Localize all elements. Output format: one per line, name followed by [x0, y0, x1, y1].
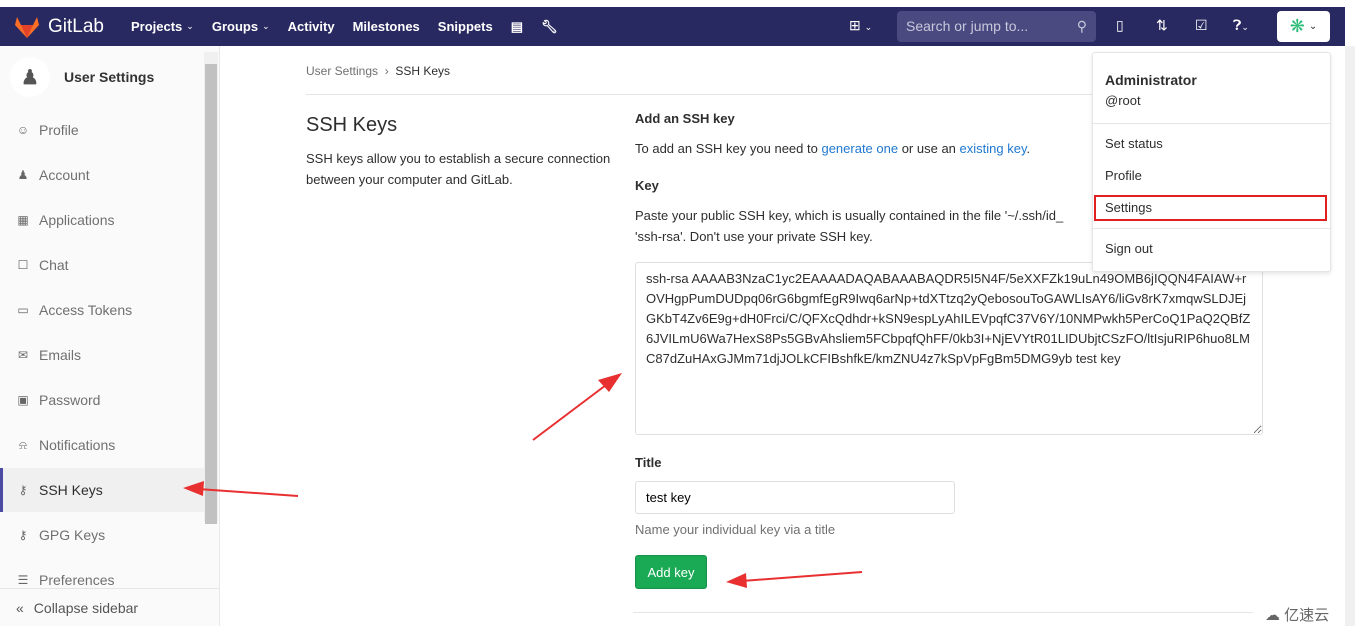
sidebar-item-label: Access Tokens — [39, 302, 133, 318]
menu-set-status[interactable]: Set status — [1105, 136, 1163, 151]
sidebar-item-label: Account — [39, 167, 90, 183]
sidebar-item-label: Preferences — [39, 572, 115, 588]
gitlab-logo[interactable]: GitLab — [14, 15, 104, 39]
user-name: Administrator — [1105, 72, 1197, 88]
nav-activity[interactable]: Activity — [288, 19, 335, 34]
email-icon: ✉ — [17, 348, 29, 362]
sidebar-item-ssh-keys[interactable]: ⚷ SSH Keys — [0, 468, 204, 512]
sidebar-item-emails[interactable]: ✉ Emails — [0, 333, 204, 377]
user-dropdown-menu: Administrator @root Set status Profile S… — [1092, 52, 1331, 272]
form-heading: Add an SSH key — [635, 111, 735, 126]
sidebar-item-gpg-keys[interactable]: ⚷ GPG Keys — [0, 513, 204, 557]
page-description: SSH keys allow you to establish a secure… — [306, 151, 611, 187]
collapse-sidebar-button[interactable]: «Collapse sidebar — [0, 588, 219, 626]
user-username: @root — [1105, 93, 1141, 108]
sidebar-item-label: Notifications — [39, 437, 116, 453]
sidebar-item-access-tokens[interactable]: ▭ Access Tokens — [0, 288, 204, 332]
search-icon: ⚲ — [1076, 18, 1087, 34]
breadcrumb-user-settings[interactable]: User Settings — [306, 64, 378, 78]
nav-snippets[interactable]: Snippets — [438, 19, 493, 34]
arrow-head — [598, 373, 622, 392]
arrow-to-add-key — [741, 571, 863, 582]
sidebar-item-password[interactable]: ▣ Password — [0, 378, 204, 422]
title-label: Title — [635, 455, 662, 470]
chevron-down-icon: ⌄ — [1308, 21, 1318, 32]
breadcrumb: User Settings › SSH Keys — [306, 64, 451, 78]
generate-one-link[interactable]: generate one — [821, 141, 898, 156]
merge-request-icon[interactable]: ⇅ — [1156, 17, 1168, 34]
token-icon: ▭ — [17, 303, 29, 317]
sidebar-item-notifications[interactable]: ⍾ Notifications — [0, 423, 204, 467]
menu-profile[interactable]: Profile — [1105, 168, 1142, 183]
brand-name: GitLab — [48, 15, 104, 37]
account-icon: ♟ — [17, 168, 29, 182]
title-help: Name your individual key via a title — [635, 522, 836, 537]
page-title: SSH Keys — [306, 114, 398, 136]
applications-icon: ▦ — [17, 213, 29, 227]
avatar: ❋ — [1289, 16, 1305, 36]
top-navbar: GitLab Projects ⌄ Groups ⌄ Activity Milest… — [0, 7, 1345, 46]
search-input[interactable]: Search or jump to... ⚲ — [897, 11, 1096, 42]
key-icon: ⚷ — [18, 528, 28, 542]
nav-milestones[interactable]: Milestones — [353, 19, 420, 34]
bell-icon: ⍾ — [19, 437, 27, 452]
profile-icon: ☺ — [16, 123, 30, 137]
page-scrollbar[interactable] — [1345, 46, 1355, 626]
arrow-to-textarea — [532, 381, 611, 441]
sidebar-item-label: Emails — [39, 347, 82, 363]
wrench-icon[interactable]: 🔧︎ — [541, 19, 558, 35]
breadcrumb-ssh-keys[interactable]: SSH Keys — [395, 64, 450, 78]
title-input[interactable] — [635, 481, 955, 514]
watermark: ☁︎ 亿速云 — [1265, 607, 1330, 624]
add-key-button[interactable]: Add key — [635, 555, 707, 589]
sidebar-item-account[interactable]: ♟ Account — [0, 153, 204, 197]
preferences-icon: ☰ — [17, 573, 29, 587]
menu-sign-out[interactable]: Sign out — [1105, 241, 1153, 256]
issues-icon[interactable]: ▯ — [1116, 17, 1124, 34]
sidebar-item-applications[interactable]: ▦ Applications — [0, 198, 204, 242]
user-icon: ♟ — [10, 57, 50, 97]
existing-key-link[interactable]: existing key — [960, 141, 1027, 156]
sidebar-header[interactable]: ♟ User Settings — [10, 57, 154, 97]
chevron-down-icon: ⌄ — [186, 21, 194, 31]
key-textarea[interactable]: ssh-rsa AAAAB3NzaC1yc2EAAAADAQABAAABAQDR… — [635, 262, 1263, 435]
key-label: Key — [635, 178, 659, 193]
key-icon: ⚷ — [18, 483, 28, 497]
sidebar-item-chat[interactable]: ☐ Chat — [0, 243, 204, 287]
double-chevron-left-icon: « — [16, 599, 24, 616]
lock-icon: ▣ — [17, 393, 29, 407]
sidebar-item-label: Profile — [39, 122, 79, 138]
sidebar-item-label: Chat — [39, 257, 69, 273]
gitlab-fox-icon — [15, 16, 39, 38]
settings-sidebar: ♟ User Settings ☺ Profile ♟ Account ▦ Applicat… — [0, 46, 220, 626]
nav-groups[interactable]: Groups ⌄ — [212, 19, 270, 34]
chart-icon[interactable]: ▤ — [511, 19, 523, 35]
sidebar-item-label: Applications — [39, 212, 115, 228]
todo-icon[interactable]: ☑ — [1195, 17, 1208, 34]
settings-highlight-box — [1094, 195, 1327, 221]
sidebar-item-label: GPG Keys — [39, 527, 106, 543]
chat-icon: ☐ — [17, 258, 29, 272]
sidebar-scrollbar[interactable] — [204, 52, 218, 524]
new-plus-icon[interactable]: ⊞ ⌄ — [849, 17, 872, 34]
sidebar-item-label: SSH Keys — [39, 482, 103, 498]
sidebar-item-label: Password — [39, 392, 101, 408]
user-avatar-button[interactable]: ❋ ⌄ — [1277, 11, 1330, 42]
help-icon[interactable]: ❓︎⌄ — [1233, 17, 1249, 34]
nav-projects[interactable]: Projects ⌄ — [131, 19, 194, 34]
form-intro: To add an SSH key you need to generate o… — [635, 141, 1031, 156]
key-help: Paste your public SSH key, which is usua… — [635, 208, 1064, 244]
arrow-head — [726, 573, 747, 588]
sidebar-item-profile[interactable]: ☺ Profile — [0, 108, 204, 152]
chevron-down-icon: ⌄ — [262, 21, 270, 31]
